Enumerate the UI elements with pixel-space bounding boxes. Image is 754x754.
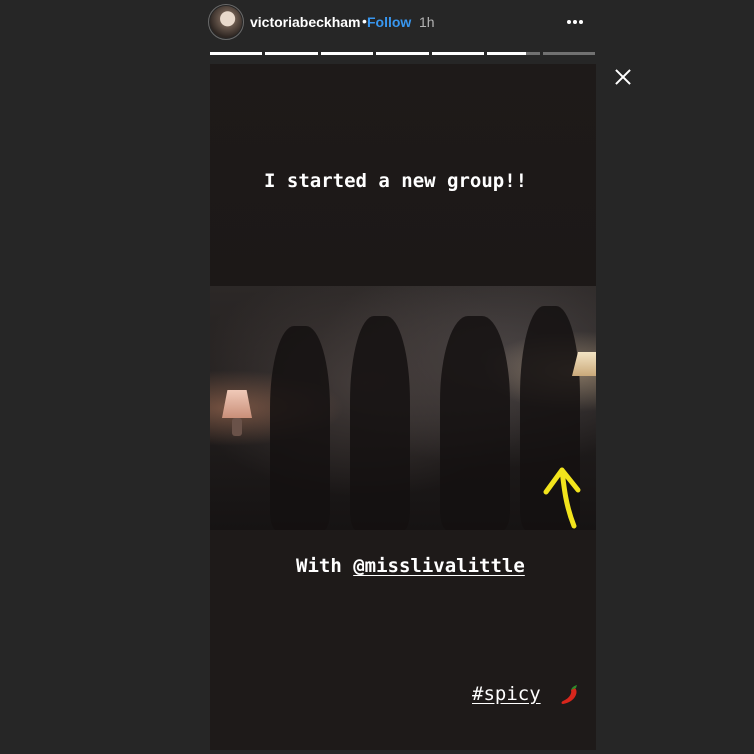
story-caption-with: With @misslivalittle — [296, 555, 525, 577]
person-silhouette — [270, 326, 330, 530]
story-frame[interactable]: I started a new group!! With @misslivali… — [210, 64, 596, 750]
person-silhouette — [350, 316, 410, 530]
person-silhouette — [440, 316, 510, 530]
mention-link[interactable]: @misslivalittle — [353, 555, 525, 577]
follow-button[interactable]: Follow — [367, 14, 411, 30]
story-header: victoriabeckham • Follow 1h — [208, 4, 596, 40]
progress-segment — [487, 52, 540, 55]
story-video[interactable] — [210, 286, 596, 530]
close-icon[interactable] — [610, 64, 636, 90]
more-options-icon[interactable] — [562, 8, 588, 34]
progress-segment — [265, 52, 318, 55]
progress-segment-fill — [265, 52, 318, 55]
arrow-up-icon — [543, 467, 581, 529]
progress-segment — [431, 52, 485, 55]
story-viewer: victoriabeckham • Follow 1h I started a … — [0, 0, 754, 754]
username-link[interactable]: victoriabeckham — [250, 14, 361, 30]
progress-segment — [210, 52, 263, 55]
progress-segment-fill — [210, 52, 263, 55]
story-progress-bar — [210, 52, 595, 55]
progress-segment — [376, 52, 429, 55]
progress-segment-fill — [487, 52, 527, 55]
lamp-base — [232, 418, 242, 436]
progress-segment-fill — [376, 52, 429, 55]
progress-segment — [320, 52, 374, 55]
timestamp: 1h — [419, 14, 435, 30]
progress-segment-fill — [320, 52, 374, 55]
avatar[interactable] — [210, 6, 242, 38]
hot-pepper-icon — [561, 685, 577, 704]
progress-segment — [542, 52, 595, 55]
caption-with-prefix: With — [296, 555, 354, 577]
lamp-shade — [222, 390, 252, 418]
story-caption-top: I started a new group!! — [264, 170, 528, 192]
progress-segment-fill — [431, 52, 485, 55]
hashtag-link[interactable]: #spicy — [472, 683, 541, 705]
